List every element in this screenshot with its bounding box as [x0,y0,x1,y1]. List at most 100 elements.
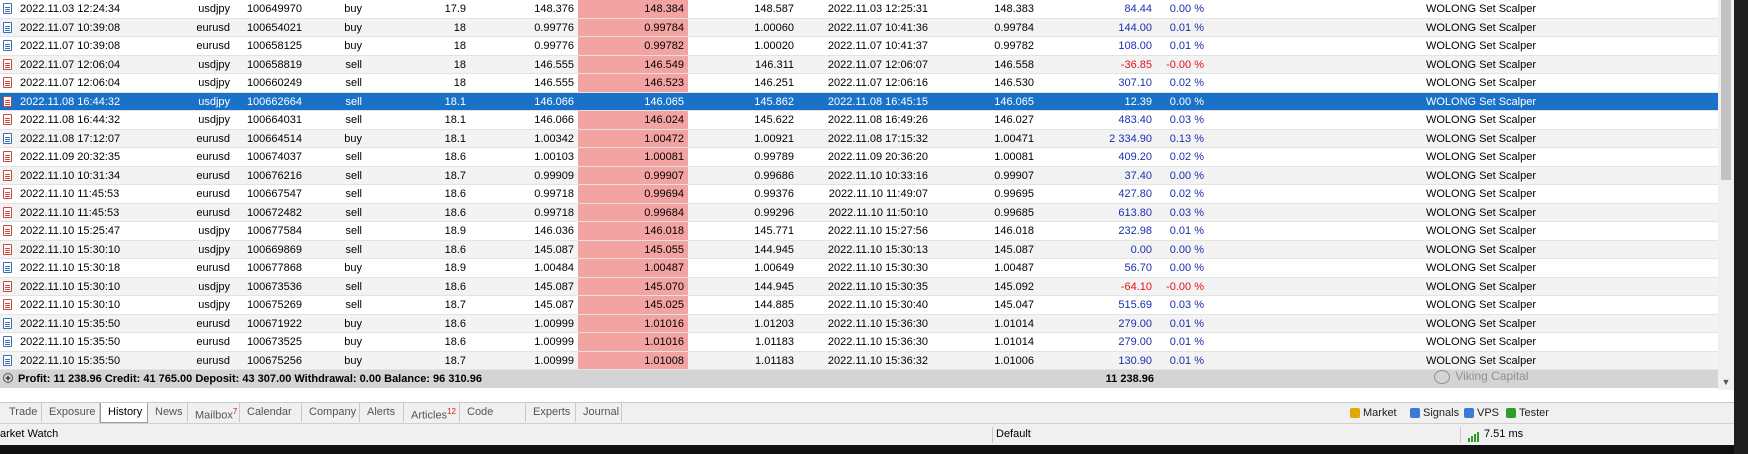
sell-deal-icon [3,243,12,255]
cell-symbol: eurusd [196,151,230,163]
buy-deal-icon [3,317,12,329]
table-row[interactable]: 2022.11.09 20:32:35 eurusd 100674037 sell 18… [0,148,1718,167]
cell-type: sell [345,151,362,163]
table-row[interactable]: 2022.11.10 15:30:10 usdjpy 100673536 sell 18… [0,277,1718,296]
tab-label: Mailbox [195,409,233,422]
cell-time: 2022.11.07 12:06:04 [20,77,121,89]
cell-time: 2022.11.10 15:35:50 [20,336,121,348]
table-row[interactable]: 2022.11.07 12:06:04 usdjpy 100658819 sell 18… [0,55,1718,74]
cell-symbol: usdjpy [198,114,230,126]
cell-comment: WOLONG Set Scalper [1425,3,1536,15]
cell-price: 0.99909 [534,169,574,182]
connection-icon [1468,432,1480,442]
tab-history[interactable]: History [100,403,148,423]
table-row[interactable]: 2022.11.10 15:35:50 eurusd 100673525 buy 18.… [0,333,1718,352]
cell-symbol: usdjpy [198,95,230,108]
scroll-down-icon[interactable]: ▼ [1718,374,1734,390]
vps-button[interactable]: VPS [1464,403,1499,423]
tab-exposure[interactable]: Exposure [42,403,100,422]
table-row[interactable]: 2022.11.10 11:45:53 eurusd 100667547 sell 18… [0,185,1718,204]
table-row[interactable]: 2022.11.10 15:30:18 eurusd 100677868 buy 18.… [0,259,1718,278]
market-icon [1350,408,1360,419]
tab-alerts[interactable]: Alerts [360,403,404,422]
cell-tp: 144.945 [754,243,794,256]
cell-close-time: 2022.11.10 15:30:30 [827,262,928,274]
cell-price: 1.00103 [534,151,574,163]
table-row[interactable]: 2022.11.08 17:12:07 eurusd 100664514 buy 18.… [0,129,1718,148]
cell-price: 1.00484 [534,262,574,274]
cell-volume: 18.6 [444,280,466,293]
table-row[interactable]: 2022.11.10 10:31:34 eurusd 100676216 sell 18… [0,166,1718,185]
cell-ticket: 100664514 [246,132,302,145]
cell-type: sell [345,280,362,293]
cell-close-price: 148.383 [994,3,1034,15]
cell-volume: 18.6 [444,206,466,219]
cell-type: buy [344,317,362,330]
cell-profit: 279.00 [1118,317,1152,330]
sell-deal-icon [3,151,12,162]
tab-experts[interactable]: Experts [526,403,576,422]
tester-button[interactable]: Tester [1506,403,1549,423]
table-row[interactable]: 2022.11.10 11:45:53 eurusd 100672482 sell 18… [0,203,1718,222]
buy-deal-icon [3,40,12,51]
table-row[interactable]: 2022.11.10 15:35:50 eurusd 100671922 buy 18.… [0,314,1718,333]
table-row[interactable]: 2022.11.07 10:39:08 eurusd 100658125 buy 18 0… [0,37,1718,56]
cell-ticket: 100649970 [246,3,302,15]
cell-close-time: 2022.11.10 10:33:16 [827,169,928,182]
cell-time: 2022.11.10 15:25:47 [20,225,121,237]
cell-comment: WOLONG Set Scalper [1425,114,1536,126]
table-row[interactable]: 2022.11.07 10:39:08 eurusd 100654021 buy 18 0… [0,18,1718,37]
vertical-scrollbar[interactable]: ▼ [1718,0,1734,390]
tab-trade[interactable]: Trade [2,403,42,422]
cell-close-price: 0.99782 [994,40,1034,52]
table-row[interactable]: 2022.11.08 16:44:32 usdjpy 100664031 sell 18… [0,111,1718,130]
cell-comment: WOLONG Set Scalper [1425,58,1536,71]
cell-price: 1.00999 [534,317,574,330]
table-row[interactable]: 2022.11.10 15:30:10 usdjpy 100675269 sell 18… [0,296,1718,315]
tab-badge: 7 [232,407,238,416]
cell-tp: 1.00649 [754,262,794,274]
cell-close-price: 1.01014 [994,317,1034,330]
cell-tp: 0.99686 [754,169,794,182]
cell-ticket: 100676216 [246,169,302,182]
tab-calendar[interactable]: Calendar [240,403,302,422]
cell-symbol: eurusd [196,336,230,348]
table-row[interactable]: 2022.11.07 12:06:04 usdjpy 100660249 sell 18… [0,74,1718,93]
cell-comment: WOLONG Set Scalper [1425,280,1536,293]
cell-type: sell [345,225,362,237]
cell-sl: 0.99784 [578,18,688,36]
profile-label[interactable]: Default [996,428,1031,440]
signals-button[interactable]: Signals [1410,403,1459,423]
cell-comment: WOLONG Set Scalper [1425,21,1536,34]
tab-articles[interactable]: Articles12 [404,403,460,422]
cell-ticket: 100675269 [246,299,302,311]
market-button[interactable]: Market [1350,403,1397,423]
cell-volume: 18.6 [444,336,466,348]
tab-code-base[interactable]: Code Base7 [460,403,526,440]
cell-type: buy [344,132,362,145]
table-row[interactable]: 2022.11.08 16:44:32 usdjpy 100662664 sell 18… [0,92,1718,111]
cell-close-price: 0.99685 [994,206,1034,219]
tab-news[interactable]: News [148,403,188,422]
scrollbar-thumb[interactable] [1721,0,1731,180]
table-row[interactable]: 2022.11.10 15:30:10 usdjpy 100669869 sell 18… [0,240,1718,259]
tab-mailbox[interactable]: Mailbox7 [188,403,240,422]
cell-pct: -0.00 % [1166,58,1204,71]
table-row[interactable]: 2022.11.10 15:25:47 usdjpy 100677584 sell 18… [0,222,1718,241]
summary-text: Profit: 11 238.96 Credit: 41 765.00 Depo… [18,373,482,385]
sell-deal-icon [3,169,12,181]
cell-close-price: 145.047 [994,299,1034,311]
tab-journal[interactable]: Journal [576,403,622,422]
table-row[interactable]: 2022.11.10 15:35:50 eurusd 100675256 buy 18.… [0,351,1718,370]
table-row[interactable]: 2022.11.03 12:24:34 usdjpy 100649970 buy 17.… [0,0,1718,19]
cell-time: 2022.11.07 10:39:08 [20,21,121,34]
cell-close-price: 0.99784 [994,21,1034,34]
buy-deal-icon [3,336,12,347]
market-watch-label[interactable]: arket Watch [0,428,58,440]
cell-pct: 0.01 % [1169,336,1204,348]
tab-company[interactable]: Company [302,403,360,422]
cell-time: 2022.11.10 15:30:10 [20,243,121,256]
expand-icon[interactable]: + [3,373,13,383]
cell-type: sell [345,188,362,200]
cell-symbol: usdjpy [198,58,230,71]
